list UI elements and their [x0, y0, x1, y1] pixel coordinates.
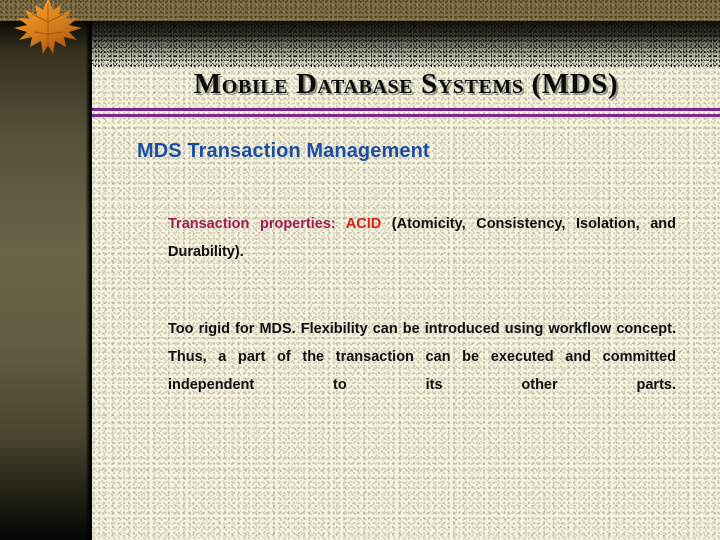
maple-leaf-icon	[8, 0, 88, 58]
left-sidebar-band	[0, 21, 92, 540]
section-headline: MDS Transaction Management	[137, 140, 430, 162]
presentation-slide: Mobile Database Systems (MDS) MDS Transa…	[0, 0, 720, 540]
divider-rule-bottom	[92, 114, 720, 117]
run-transaction-properties: Transaction properties:	[168, 216, 346, 232]
slide-title: Mobile Database Systems (MDS)	[193, 67, 619, 100]
header-fade-overlay	[92, 21, 720, 67]
run-workflow-text: Too rigid for MDS. Flexibility can be in…	[168, 321, 676, 393]
paragraph-workflow-flexibility: Too rigid for MDS. Flexibility can be in…	[168, 315, 676, 427]
divider-rule-top	[92, 108, 720, 111]
top-accent-strip	[0, 0, 720, 21]
slide-title-zone: Mobile Database Systems (MDS)	[92, 62, 720, 106]
slide-body: Transaction properties: ACID (Atomicity,…	[168, 210, 676, 427]
paragraph-transaction-properties: Transaction properties: ACID (Atomicity,…	[168, 210, 676, 294]
run-acid: ACID	[345, 216, 392, 232]
header-noise-band	[92, 21, 720, 67]
